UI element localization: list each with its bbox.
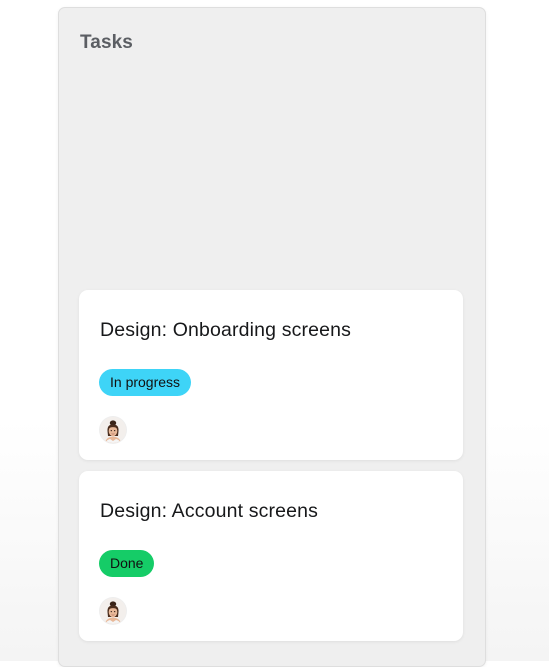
- person-avatar-icon: [100, 598, 126, 624]
- column-title: Tasks: [80, 32, 133, 53]
- status-badge: Done: [99, 550, 155, 577]
- assignee-avatar[interactable]: [100, 598, 126, 624]
- task-title: Design: Account screens: [100, 500, 319, 522]
- tasks-column: Tasks Design: Onboarding screens In prog…: [58, 7, 486, 667]
- task-card[interactable]: Design: Account screens Done: [79, 471, 463, 641]
- task-card[interactable]: Design: Onboarding screens In progress: [79, 290, 463, 460]
- status-badge: In progress: [99, 369, 192, 396]
- assignee-avatar[interactable]: [100, 417, 126, 443]
- task-title: Design: Onboarding screens: [100, 319, 352, 341]
- person-avatar-icon: [100, 417, 126, 443]
